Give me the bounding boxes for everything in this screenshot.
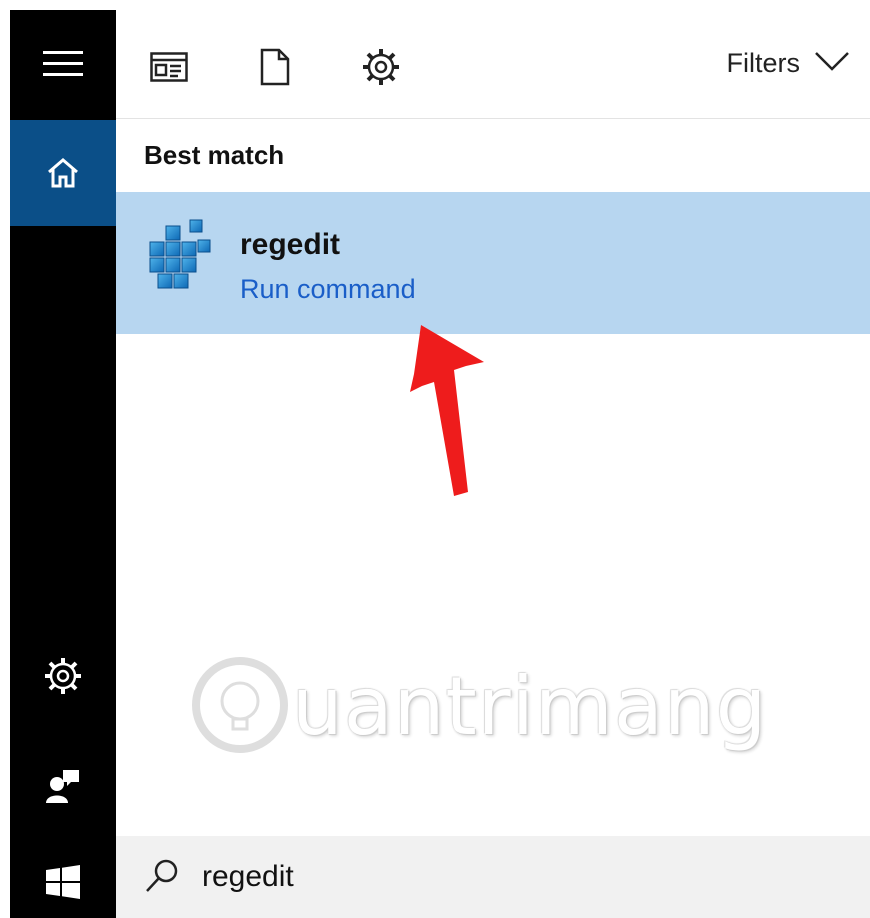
windows-start-icon	[46, 865, 80, 899]
apps-icon	[150, 51, 188, 87]
chevron-down-icon	[814, 51, 850, 76]
red-pointer-arrow	[410, 325, 484, 496]
apps-filter-button[interactable]	[140, 40, 198, 98]
search-box[interactable]	[116, 836, 870, 918]
result-title: regedit	[240, 228, 341, 261]
settings-gear-icon	[362, 48, 400, 91]
result-subtitle: Run command	[240, 274, 416, 304]
watermark-text: uantrimang	[292, 660, 768, 753]
registry-editor-icon	[146, 218, 216, 290]
documents-icon	[260, 48, 290, 91]
hamburger-menu-button[interactable]	[10, 10, 116, 118]
search-filter-toolbar: Filters	[116, 10, 870, 119]
search-input[interactable]	[202, 854, 842, 900]
filters-dropdown[interactable]: Filters	[727, 48, 851, 79]
windows-start-button[interactable]	[10, 846, 116, 918]
documents-filter-button[interactable]	[246, 40, 304, 98]
search-icon	[144, 858, 180, 899]
search-panel: Filters Best match regedit Run command u…	[116, 10, 870, 918]
screenshot-border-top	[0, 0, 870, 10]
start-rail	[10, 10, 116, 918]
filters-label: Filters	[726, 48, 801, 78]
feedback-button[interactable]	[10, 756, 116, 816]
screenshot-border-left	[0, 0, 10, 918]
settings-gear-icon	[44, 657, 82, 695]
watermark-logo-icon	[192, 657, 288, 753]
hamburger-menu-icon	[43, 51, 83, 77]
settings-filter-button[interactable]	[352, 40, 410, 98]
settings-button[interactable]	[10, 646, 116, 706]
home-icon	[46, 157, 80, 189]
best-match-heading: Best match	[144, 140, 285, 170]
user-feedback-icon	[45, 768, 81, 804]
home-button[interactable]	[10, 120, 116, 226]
